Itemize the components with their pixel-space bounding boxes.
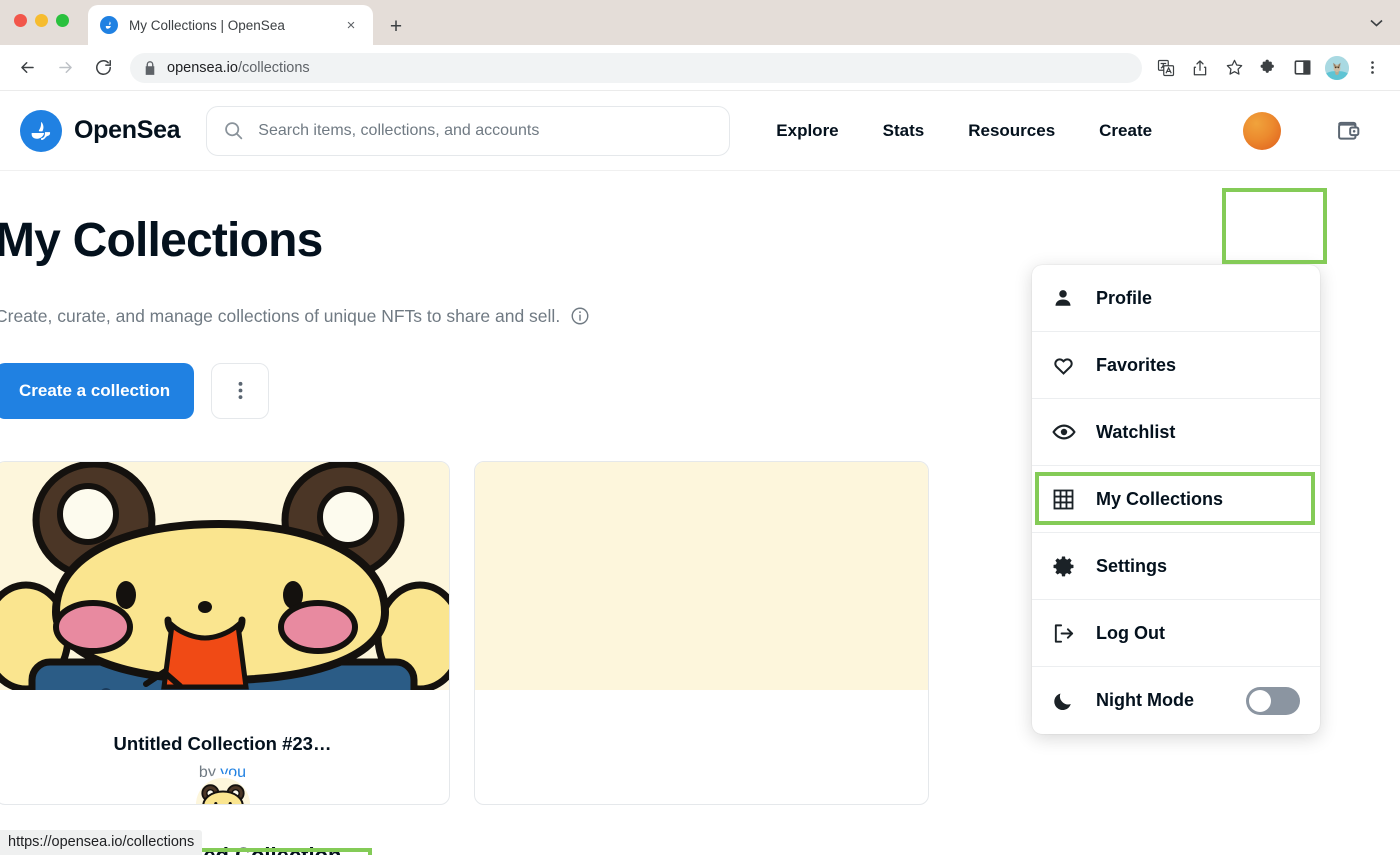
chevron-down-icon[interactable] — [1366, 14, 1386, 32]
header-right-actions — [1210, 93, 1374, 169]
forward-arrow-icon[interactable] — [50, 53, 80, 83]
menu-item-label: Favorites — [1096, 354, 1177, 375]
menu-item-log-out[interactable]: Log Out — [1032, 600, 1320, 667]
menu-item-label: Log Out — [1096, 622, 1165, 643]
person-icon — [1052, 287, 1096, 309]
opensea-logo[interactable]: OpenSea — [20, 109, 181, 152]
lock-icon — [144, 60, 156, 75]
address-bar-text: opensea.io/collections — [167, 60, 310, 76]
moon-icon — [1052, 690, 1096, 712]
share-icon[interactable] — [1184, 53, 1216, 83]
eye-icon — [1052, 420, 1096, 444]
collection-banner-image-2 — [475, 461, 928, 690]
search-box[interactable] — [206, 105, 731, 156]
collection-card[interactable]: Untitled Collection #23… by you — [0, 460, 450, 805]
search-icon — [223, 120, 244, 141]
collection-banner-image — [0, 461, 449, 690]
collection-card-title[interactable]: Untitled Collection #23… — [12, 733, 433, 755]
menu-item-night-mode[interactable]: Night Mode — [1032, 667, 1320, 734]
side-panel-icon[interactable] — [1286, 53, 1318, 83]
menu-item-label: Settings — [1096, 555, 1168, 576]
user-avatar — [1243, 111, 1281, 150]
address-bar[interactable]: opensea.io/collections — [130, 52, 1142, 83]
info-icon[interactable] — [570, 306, 590, 326]
toggle-knob — [1249, 689, 1271, 712]
night-mode-toggle[interactable] — [1246, 686, 1300, 715]
translate-icon[interactable] — [1150, 53, 1182, 83]
page-title: My Collections — [0, 214, 323, 267]
menu-item-label: Night Mode — [1096, 690, 1194, 710]
close-icon[interactable]: × — [341, 15, 361, 35]
url-path: /collections — [237, 59, 310, 76]
main-nav: Explore Stats Resources Create — [754, 121, 1210, 141]
search-input[interactable] — [258, 121, 714, 140]
status-bar-tooltip: https://opensea.io/collections — [0, 830, 203, 855]
back-arrow-icon[interactable] — [12, 53, 42, 83]
opensea-logo-icon — [20, 109, 62, 152]
logout-icon — [1052, 622, 1096, 645]
page-subtitle-text: Create, curate, and manage collections o… — [0, 305, 561, 326]
close-window-button[interactable] — [14, 14, 27, 27]
heart-icon — [1052, 354, 1096, 377]
nav-link-create[interactable]: Create — [1077, 121, 1174, 141]
reload-icon[interactable] — [88, 53, 118, 83]
opensea-header: OpenSea Explore Stats Resources Create — [0, 91, 1400, 171]
opensea-logo-icon — [100, 16, 118, 34]
new-tab-button[interactable]: + — [382, 12, 410, 40]
grid-icon — [1052, 488, 1096, 511]
browser-window: My Collections | OpenSea × + opensea.io/… — [0, 0, 1400, 855]
minimize-window-button[interactable] — [35, 14, 48, 27]
gear-icon — [1052, 555, 1096, 578]
chrome-menu-icon[interactable] — [1356, 53, 1388, 83]
chrome-profile-avatar[interactable] — [1325, 55, 1349, 80]
menu-item-label: Watchlist — [1096, 421, 1176, 442]
star-icon[interactable] — [1218, 53, 1250, 83]
nav-link-explore[interactable]: Explore — [754, 121, 860, 141]
user-avatar-button[interactable] — [1210, 93, 1314, 169]
wallet-icon[interactable] — [1324, 106, 1374, 156]
nav-link-stats[interactable]: Stats — [861, 121, 947, 141]
create-collection-button[interactable]: Create a collection — [0, 362, 195, 419]
menu-item-settings[interactable]: Settings — [1032, 533, 1320, 600]
menu-item-watchlist[interactable]: Watchlist — [1032, 399, 1320, 466]
menu-item-my-collections[interactable]: My Collections — [1032, 466, 1320, 533]
tab-title: My Collections | OpenSea — [129, 17, 285, 33]
menu-item-profile[interactable]: Profile — [1032, 265, 1320, 332]
toolbar-actions — [1150, 53, 1388, 83]
menu-item-favorites[interactable]: Favorites — [1032, 332, 1320, 399]
browser-tab[interactable]: My Collections | OpenSea × — [88, 5, 373, 45]
web-page: OpenSea Explore Stats Resources Create — [0, 91, 1400, 855]
collection-card-partial[interactable] — [474, 460, 929, 805]
opensea-wordmark: OpenSea — [74, 116, 181, 144]
bear-character-artwork — [0, 461, 449, 690]
browser-titlebar: My Collections | OpenSea × + — [0, 0, 1400, 45]
window-controls — [14, 14, 69, 27]
url-domain: opensea.io — [167, 59, 238, 76]
browser-toolbar: opensea.io/collections — [0, 45, 1400, 91]
extensions-puzzle-icon[interactable] — [1252, 53, 1284, 83]
menu-item-label: My Collections — [1096, 488, 1224, 509]
more-options-button[interactable] — [211, 362, 270, 419]
bear-avatar-artwork — [195, 777, 250, 804]
user-dropdown-menu: Profile Favorites Watchlist My Collectio… — [1032, 265, 1320, 734]
nav-link-resources[interactable]: Resources — [946, 121, 1077, 141]
menu-item-label: Profile — [1096, 287, 1153, 308]
maximize-window-button[interactable] — [56, 14, 69, 27]
